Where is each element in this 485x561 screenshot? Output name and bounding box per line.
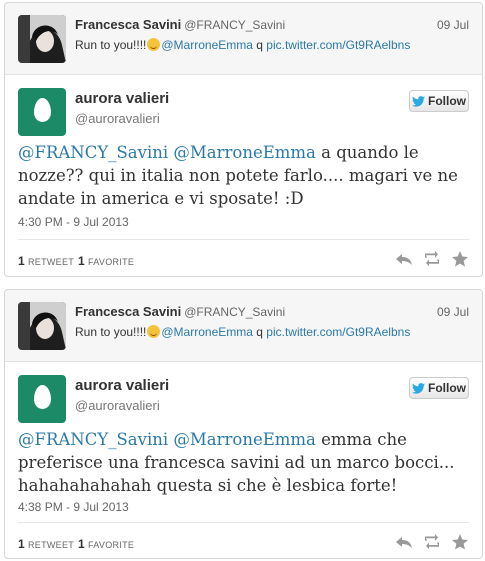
retweet-count[interactable]: 1 RETWEET: [18, 254, 74, 268]
retweet-icon[interactable]: [423, 533, 441, 551]
tweet-timestamp[interactable]: 4:38 PM - 9 Jul 2013: [18, 500, 129, 514]
tweet-text: q: [252, 325, 267, 339]
retweet-count[interactable]: 1 RETWEET: [18, 537, 74, 551]
retweet-count-number: 1: [18, 254, 25, 268]
favorite-count[interactable]: 1 FAVORITE: [78, 254, 134, 268]
follow-button[interactable]: Follow: [409, 377, 469, 399]
retweet-icon[interactable]: [423, 250, 441, 268]
follow-button[interactable]: Follow: [409, 90, 469, 112]
tweet-card: Francesca Savini @FRANCY_Savini 09 Jul Ru…: [4, 289, 483, 559]
favorite-star-icon[interactable]: [451, 250, 469, 268]
twitter-bird-icon: [412, 382, 425, 394]
retweet-count-label: RETWEET: [27, 257, 75, 267]
author-handle[interactable]: @FRANCY_Savini: [184, 18, 285, 32]
mention-link[interactable]: @MarroneEmma: [161, 38, 253, 52]
mention-link[interactable]: @MarroneEmma: [173, 143, 316, 162]
media-link[interactable]: pic.twitter.com/Gt9RAelbns: [266, 38, 410, 52]
tweet-date[interactable]: 09 Jul: [437, 305, 469, 319]
parent-author-name[interactable]: Francesca Savini @FRANCY_Savini: [75, 17, 285, 32]
tweet-date[interactable]: 09 Jul: [437, 18, 469, 32]
retweet-count-label: RETWEET: [27, 540, 75, 550]
tweet-body: @FRANCY_Savini @MarroneEmma emma che pre…: [18, 428, 473, 497]
media-link[interactable]: pic.twitter.com/Gt9RAelbns: [266, 325, 410, 339]
tweet-text: Run to you!!!!: [75, 38, 147, 52]
avatar[interactable]: [18, 15, 66, 63]
smiley-emoji-icon: [147, 38, 161, 51]
parent-tweet-text: Run to you!!!! @MarroneEmma q pic.twitter…: [75, 38, 410, 52]
tweet-actions: [395, 250, 469, 268]
reply-icon[interactable]: [395, 250, 413, 268]
avatar[interactable]: [18, 375, 66, 423]
tweet-body: @FRANCY_Savini @MarroneEmma a quando le …: [18, 141, 473, 210]
avatar[interactable]: [18, 88, 66, 136]
tweet-text: Run to you!!!!: [75, 325, 147, 339]
tweet-stats: 1 RETWEET 1 FAVORITE: [18, 239, 469, 276]
author-name[interactable]: aurora valieri: [75, 90, 169, 107]
parent-tweet-text: Run to you!!!! @MarroneEmma q pic.twitter…: [75, 325, 410, 339]
author-handle[interactable]: @auroravalieri: [75, 398, 160, 413]
author-handle[interactable]: @auroravalieri: [75, 111, 160, 126]
mention-link[interactable]: @FRANCY_Savini: [18, 430, 168, 449]
parent-tweet[interactable]: Francesca Savini @FRANCY_Savini 09 Jul Ru…: [5, 3, 482, 75]
mention-link[interactable]: @MarroneEmma: [161, 325, 253, 339]
favorite-count-label: FAVORITE: [87, 257, 135, 267]
tweet-stats: 1 RETWEET 1 FAVORITE: [18, 522, 469, 558]
tweet-actions: [395, 533, 469, 551]
egg-avatar-icon: [34, 385, 51, 409]
retweet-count-number: 1: [18, 537, 25, 551]
author-name[interactable]: Francesca Savini: [75, 17, 181, 32]
favorite-count-number: 1: [78, 254, 85, 268]
reply-icon[interactable]: [395, 533, 413, 551]
favorite-star-icon[interactable]: [451, 533, 469, 551]
avatar[interactable]: [18, 302, 66, 350]
tweet-card: Francesca Savini @FRANCY_Savini 09 Jul Ru…: [4, 2, 483, 277]
parent-tweet[interactable]: Francesca Savini @FRANCY_Savini 09 Jul Ru…: [5, 290, 482, 362]
mention-link[interactable]: @MarroneEmma: [173, 430, 316, 449]
author-name[interactable]: Francesca Savini: [75, 304, 181, 319]
twitter-bird-icon: [412, 95, 425, 107]
parent-author-name[interactable]: Francesca Savini @FRANCY_Savini: [75, 304, 285, 319]
favorite-count-number: 1: [78, 537, 85, 551]
tweet-timestamp[interactable]: 4:30 PM - 9 Jul 2013: [18, 215, 129, 229]
author-handle[interactable]: @FRANCY_Savini: [184, 305, 285, 319]
tweet-text: q: [252, 38, 267, 52]
follow-label: Follow: [428, 94, 466, 108]
follow-label: Follow: [428, 381, 466, 395]
smiley-emoji-icon: [147, 325, 161, 338]
egg-avatar-icon: [34, 98, 51, 122]
author-name[interactable]: aurora valieri: [75, 377, 169, 394]
favorite-count-label: FAVORITE: [87, 540, 135, 550]
favorite-count[interactable]: 1 FAVORITE: [78, 537, 134, 551]
mention-link[interactable]: @FRANCY_Savini: [18, 143, 168, 162]
